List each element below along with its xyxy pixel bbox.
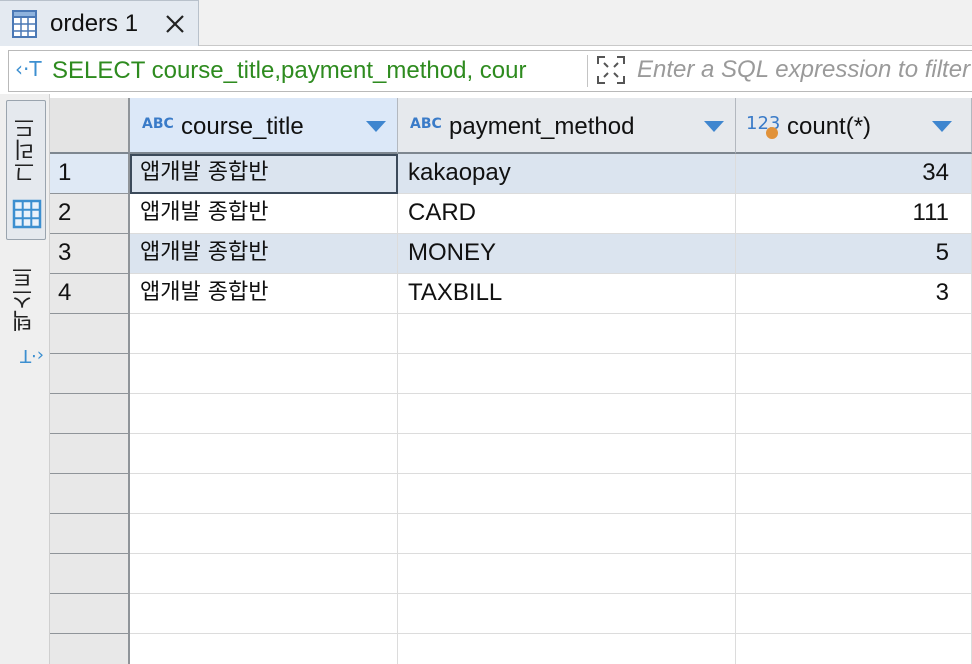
empty-cell <box>398 514 736 554</box>
tab-label: orders 1 <box>50 10 139 37</box>
empty-cell <box>130 474 398 514</box>
empty-row <box>50 514 972 554</box>
empty-cell <box>130 314 398 354</box>
empty-row <box>50 314 972 354</box>
empty-cell <box>130 594 398 634</box>
empty-row <box>50 394 972 434</box>
empty-cell <box>398 474 736 514</box>
sort-arrow-icon[interactable] <box>704 121 724 132</box>
row-number <box>50 354 130 394</box>
cell-payment-method[interactable]: MONEY <box>398 234 736 274</box>
empty-cell <box>130 634 398 664</box>
view-switcher-panel: 그리드 텍스트 ‹·T <box>0 94 50 664</box>
empty-cell <box>398 354 736 394</box>
empty-cell <box>130 354 398 394</box>
column-label: course_title <box>181 113 304 140</box>
expand-icon[interactable] <box>595 54 627 86</box>
table-row[interactable]: 4 앱개발 종합반 TAXBILL 3 <box>50 274 972 314</box>
cell-payment-method[interactable]: kakaopay <box>398 154 736 194</box>
row-number <box>50 594 130 634</box>
close-icon[interactable] <box>163 12 187 36</box>
column-header-payment-method[interactable]: ABC payment_method <box>398 98 736 154</box>
cell-count[interactable]: 3 <box>736 274 972 314</box>
empty-cell <box>736 354 972 394</box>
empty-cell <box>398 394 736 434</box>
empty-cell <box>398 434 736 474</box>
column-header-count[interactable]: 123 count(*) <box>736 98 972 154</box>
cell-count[interactable]: 5 <box>736 234 972 274</box>
column-header-course-title[interactable]: ABC course_title <box>130 98 398 154</box>
row-number <box>50 474 130 514</box>
cell-course-title[interactable]: 앱개발 종합반 <box>130 194 398 234</box>
sort-arrow-icon[interactable] <box>366 121 386 132</box>
empty-cell <box>736 594 972 634</box>
empty-cell <box>130 434 398 474</box>
row-number <box>50 314 130 354</box>
cell-course-title[interactable]: 앱개발 종합반 <box>130 154 398 194</box>
empty-cell <box>130 554 398 594</box>
empty-cell <box>130 394 398 434</box>
empty-row <box>50 634 972 664</box>
grid-view-label: 그리드 <box>14 117 39 183</box>
grid-view-tab[interactable]: 그리드 <box>6 100 46 240</box>
empty-cell <box>736 434 972 474</box>
cell-payment-method[interactable]: CARD <box>398 194 736 234</box>
text-type-icon: ABC <box>410 116 442 132</box>
empty-row <box>50 354 972 394</box>
table-row[interactable]: 3 앱개발 종합반 MONEY 5 <box>50 234 972 274</box>
row-number <box>50 394 130 434</box>
row-number <box>50 434 130 474</box>
filter-bar: ‹·T SELECT course_title,payment_method, … <box>8 50 972 92</box>
column-label: count(*) <box>787 113 872 140</box>
text-view-tab[interactable]: 텍스트 <box>10 264 40 334</box>
row-number-header[interactable] <box>50 98 130 154</box>
empty-cell <box>736 394 972 434</box>
sort-arrow-icon[interactable] <box>932 121 952 132</box>
empty-row <box>50 474 972 514</box>
table-row[interactable]: 2 앱개발 종합반 CARD 111 <box>50 194 972 234</box>
cell-course-title[interactable]: 앱개발 종합반 <box>130 234 398 274</box>
cell-count[interactable]: 34 <box>736 154 972 194</box>
empty-cell <box>736 634 972 664</box>
grid-icon <box>12 199 42 229</box>
empty-row <box>50 554 972 594</box>
text-mode-icon: ‹·T <box>20 345 44 366</box>
empty-row <box>50 434 972 474</box>
row-number <box>50 514 130 554</box>
table-icon <box>12 10 37 38</box>
empty-cell <box>398 314 736 354</box>
empty-cell <box>736 314 972 354</box>
empty-cell <box>398 594 736 634</box>
empty-cell <box>736 514 972 554</box>
row-number[interactable]: 1 <box>50 154 130 194</box>
column-label: payment_method <box>449 113 635 140</box>
empty-cell <box>398 554 736 594</box>
text-type-icon: ABC <box>142 116 174 132</box>
empty-row <box>50 594 972 634</box>
cell-payment-method[interactable]: TAXBILL <box>398 274 736 314</box>
numeric-dot-icon <box>766 127 778 139</box>
row-number[interactable]: 3 <box>50 234 130 274</box>
editor-tab-strip: orders 1 <box>0 0 972 46</box>
empty-cell <box>736 554 972 594</box>
table-row[interactable]: 1 앱개발 종합반 kakaopay 34 <box>50 154 972 194</box>
tab-orders-1[interactable]: orders 1 <box>0 0 199 46</box>
divider <box>587 55 588 87</box>
row-number <box>50 634 130 664</box>
grid-header: ABC course_title ABC payment_method 123 … <box>50 98 972 154</box>
results-viewer: orders 1 ‹·T SELECT course_title,payment… <box>0 0 972 664</box>
results-grid: ABC course_title ABC payment_method 123 … <box>50 98 972 664</box>
sql-text-icon: ‹·T <box>15 57 42 81</box>
row-number[interactable]: 2 <box>50 194 130 234</box>
cell-count[interactable]: 111 <box>736 194 972 234</box>
filter-input[interactable] <box>637 54 972 86</box>
row-number[interactable]: 4 <box>50 274 130 314</box>
empty-cell <box>736 474 972 514</box>
row-number <box>50 554 130 594</box>
empty-cell <box>398 634 736 664</box>
sql-query-text[interactable]: SELECT course_title,payment_method, cour <box>52 56 584 86</box>
empty-cell <box>130 514 398 554</box>
cell-course-title[interactable]: 앱개발 종합반 <box>130 274 398 314</box>
